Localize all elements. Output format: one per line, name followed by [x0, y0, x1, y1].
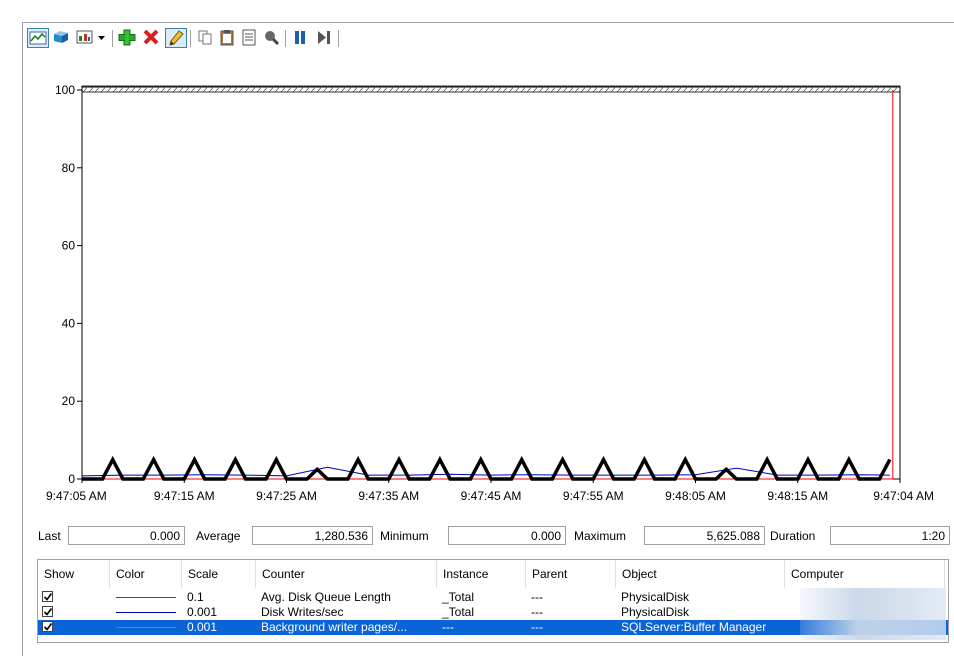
minimum-value: 0.000 [448, 526, 566, 545]
scale-cell: 0.001 [187, 605, 218, 619]
x-tick-label: 9:47:15 AM [154, 489, 215, 503]
x-tick-label: 9:47:45 AM [461, 489, 522, 503]
computer-name-redacted [800, 588, 946, 640]
duration-label: Duration [770, 529, 816, 543]
y-tick-label: 0 [68, 472, 75, 486]
scale-cell: 0.1 [187, 590, 204, 604]
last-label: Last [38, 529, 61, 543]
color-swatch [116, 612, 176, 613]
color-swatch [116, 627, 176, 628]
object-cell: PhysicalDisk [621, 590, 690, 604]
y-tick-label: 100 [55, 83, 75, 97]
maximum-label: Maximum [574, 529, 627, 543]
y-tick-label: 60 [62, 239, 76, 253]
checkmark-icon [43, 593, 53, 601]
overflow-band [81, 85, 901, 93]
column-header-instance[interactable]: Instance [437, 560, 526, 588]
instance-cell: _Total [442, 590, 475, 604]
x-tick-label: 9:48:15 AM [767, 489, 828, 503]
parent-cell: --- [531, 590, 543, 604]
y-tick-label: 20 [62, 394, 76, 408]
color-swatch [116, 597, 176, 598]
average-label: Average [196, 529, 241, 543]
parent-cell: --- [531, 605, 543, 619]
column-header-scale[interactable]: Scale [182, 560, 256, 588]
show-checkbox[interactable] [42, 606, 53, 617]
parent-cell: --- [531, 620, 543, 634]
column-header-color[interactable]: Color [110, 560, 182, 588]
checkmark-icon [43, 608, 53, 616]
x-tick-label: 9:48:05 AM [665, 489, 726, 503]
counter-cell: Disk Writes/sec [261, 605, 344, 619]
y-tick-label: 80 [62, 161, 76, 175]
x-tick-label: 9:47:05 AM [46, 489, 107, 503]
counter-cell: Avg. Disk Queue Length [261, 590, 391, 604]
column-header-counter[interactable]: Counter [256, 560, 437, 588]
instance-cell: _Total [442, 605, 475, 619]
performance-chart: 100 80 60 40 20 0 9:47:05 AM 9:47:15 AM 9:47:25… [46, 83, 934, 503]
x-axis: 9:47:05 AM 9:47:15 AM 9:47:25 AM 9:47:35 AM… [46, 479, 934, 503]
column-header-parent[interactable]: Parent [526, 560, 616, 588]
x-tick-label: 9:47:55 AM [563, 489, 624, 503]
x-tick-label: 9:47:04 AM [873, 489, 934, 503]
show-checkbox[interactable] [42, 591, 53, 602]
object-cell: SQLServer:Buffer Manager [621, 620, 767, 634]
object-cell: PhysicalDisk [621, 605, 690, 619]
counter-cell: Background writer pages/... [261, 620, 408, 634]
column-header-object[interactable]: Object [616, 560, 785, 588]
x-tick-label: 9:47:25 AM [256, 489, 317, 503]
minimum-label: Minimum [380, 529, 429, 543]
stats-bar: Last 0.000 Average 1,280.536 Minimum 0.0… [38, 526, 950, 548]
scale-cell: 0.001 [187, 620, 218, 634]
duration-value: 1:20 [830, 526, 950, 545]
column-header-show[interactable]: Show [38, 560, 110, 588]
column-header-computer[interactable]: Computer [785, 560, 945, 588]
show-checkbox[interactable] [42, 621, 53, 632]
maximum-value: 5,625.088 [644, 526, 765, 545]
last-value: 0.000 [68, 526, 185, 545]
x-tick-label: 9:47:35 AM [358, 489, 419, 503]
average-value: 1,280.536 [252, 526, 373, 545]
instance-cell: --- [442, 620, 454, 634]
checkmark-icon [43, 623, 53, 631]
y-axis: 100 80 60 40 20 0 [55, 83, 82, 486]
plot-area [81, 86, 901, 480]
y-tick-label: 40 [62, 316, 76, 330]
